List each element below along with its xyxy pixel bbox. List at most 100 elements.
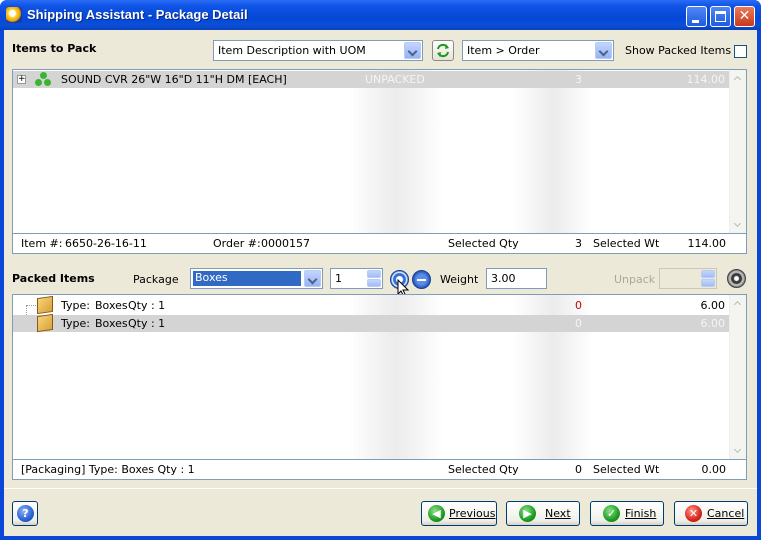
stepper-arrows[interactable] bbox=[367, 270, 381, 287]
minimize-icon bbox=[692, 20, 699, 23]
refresh-icon bbox=[437, 43, 449, 58]
window-frame: Shipping Assistant - Package Detail ✕ It… bbox=[0, 0, 761, 540]
packed-footer: [Packaging] Type: Boxes Qty : 1 Selected… bbox=[12, 460, 747, 480]
packed-items-heading: Packed Items bbox=[12, 272, 95, 285]
selected-qty-value: 3 bbox=[575, 237, 582, 250]
packed-type-label: Type: bbox=[61, 299, 90, 312]
previous-label: Previous bbox=[449, 507, 496, 520]
selected-wt-label: Selected Wt bbox=[593, 463, 660, 476]
packed-type-label: Type: bbox=[61, 317, 90, 330]
item-view-combo-value: Item Description with UOM bbox=[218, 44, 366, 57]
minus-icon bbox=[417, 279, 426, 281]
item-qty: 3 bbox=[575, 73, 582, 86]
packed-type-value: Boxes bbox=[95, 317, 128, 330]
arrow-left-icon: ◀ bbox=[428, 505, 445, 522]
refresh-button[interactable] bbox=[432, 40, 454, 61]
item-number-value: 6650-26-16-11 bbox=[65, 237, 147, 250]
item-view-combo[interactable]: Item Description with UOM bbox=[213, 40, 423, 61]
expand-icon[interactable]: + bbox=[17, 75, 26, 84]
packed-weight: 6.00 bbox=[700, 317, 726, 330]
dialog-client: Items to Pack Item Description with UOM … bbox=[4, 30, 757, 536]
window-title: Shipping Assistant - Package Detail bbox=[27, 7, 248, 22]
chevron-down-icon bbox=[304, 270, 321, 287]
close-button[interactable]: ✕ bbox=[734, 6, 755, 27]
selected-qty-label: Selected Qty bbox=[448, 463, 519, 476]
column-separator bbox=[349, 70, 443, 233]
sort-combo-value: Item > Order bbox=[467, 44, 540, 57]
chevron-down-icon bbox=[404, 42, 421, 59]
app-icon bbox=[6, 7, 22, 23]
packed-count: 0 bbox=[575, 317, 582, 330]
package-combo[interactable]: Boxes bbox=[190, 268, 323, 289]
selected-wt-label: Selected Wt bbox=[593, 237, 660, 250]
remove-package-button[interactable] bbox=[412, 270, 431, 289]
item-number-label: Item #: bbox=[21, 237, 63, 250]
packed-qty: Qty : 1 bbox=[128, 299, 166, 312]
sort-combo[interactable]: Item > Order bbox=[462, 40, 614, 61]
title-bar[interactable]: Shipping Assistant - Package Detail ✕ bbox=[0, 0, 761, 30]
items-scrollbar[interactable] bbox=[729, 70, 746, 233]
divider bbox=[4, 488, 757, 489]
next-button[interactable]: ▶ Next bbox=[506, 501, 580, 526]
scroll-down-button[interactable] bbox=[730, 217, 746, 233]
scroll-down-button[interactable] bbox=[730, 443, 746, 459]
selected-wt-value: 0.00 bbox=[701, 463, 727, 476]
previous-button[interactable]: ◀ Previous bbox=[421, 501, 497, 526]
window-frame-bottom bbox=[0, 536, 761, 540]
packed-type-value: Boxes bbox=[95, 299, 128, 312]
scroll-up-button[interactable] bbox=[730, 295, 746, 311]
selected-qty-label: Selected Qty bbox=[448, 237, 519, 250]
checkmark-icon: ✓ bbox=[603, 505, 620, 522]
item-group-icon bbox=[35, 72, 53, 87]
packed-qty: Qty : 1 bbox=[128, 317, 166, 330]
package-count-value: 1 bbox=[335, 272, 342, 285]
minimize-button[interactable] bbox=[686, 6, 707, 27]
order-number-label: Order #: bbox=[213, 237, 261, 250]
cancel-label: Cancel bbox=[707, 507, 745, 520]
package-count-stepper[interactable]: 1 bbox=[330, 268, 383, 289]
table-row[interactable]: Type: Boxes Qty : 1 0 6.00 bbox=[13, 313, 729, 333]
help-button[interactable]: ? bbox=[12, 501, 38, 526]
items-to-pack-heading: Items to Pack bbox=[12, 42, 97, 55]
unpack-label: Unpack bbox=[614, 273, 656, 286]
maximize-button[interactable] bbox=[710, 6, 731, 27]
table-row[interactable]: + SOUND CVR 26"W 16"D 11"H DM [EACH] UNP… bbox=[13, 71, 729, 88]
show-packed-checkbox[interactable] bbox=[734, 45, 747, 58]
selected-wt-value: 114.00 bbox=[687, 237, 727, 250]
scroll-up-button[interactable] bbox=[730, 70, 746, 86]
item-status: UNPACKED bbox=[365, 73, 425, 86]
box-icon bbox=[37, 313, 53, 333]
table-row[interactable]: Type: Boxes Qty : 1 0 6.00 bbox=[13, 295, 729, 315]
packed-weight: 6.00 bbox=[700, 299, 726, 312]
weight-input[interactable]: 3.00 bbox=[486, 268, 547, 289]
show-packed-label: Show Packed Items bbox=[625, 44, 732, 57]
arrow-right-icon: ▶ bbox=[519, 505, 536, 522]
order-number-value: 0000157 bbox=[261, 237, 310, 250]
finish-button[interactable]: ✓ Finish bbox=[590, 501, 664, 526]
unpack-button[interactable] bbox=[727, 269, 746, 288]
items-footer: Item #: 6650-26-16-11 Order #: 0000157 S… bbox=[12, 234, 747, 254]
column-separator bbox=[513, 70, 593, 233]
item-description: SOUND CVR 26"W 16"D 11"H DM [EACH] bbox=[61, 73, 287, 86]
packed-grid[interactable]: Type: Boxes Qty : 1 0 6.00 Type: Boxes Q… bbox=[12, 294, 747, 460]
packaging-summary: [Packaging] Type: Boxes Qty : 1 bbox=[21, 463, 195, 476]
maximize-icon bbox=[715, 11, 726, 22]
cancel-x-icon: ✕ bbox=[685, 505, 702, 522]
stepper-arrows[interactable] bbox=[701, 270, 715, 287]
chevron-down-icon bbox=[595, 42, 612, 59]
items-grid[interactable]: + SOUND CVR 26"W 16"D 11"H DM [EACH] UNP… bbox=[12, 69, 747, 234]
packed-count: 0 bbox=[575, 299, 582, 312]
weight-label: Weight bbox=[440, 273, 479, 286]
package-label: Package bbox=[133, 273, 179, 286]
selected-qty-value: 0 bbox=[575, 463, 582, 476]
package-combo-value: Boxes bbox=[193, 271, 301, 286]
packed-scrollbar[interactable] bbox=[729, 295, 746, 459]
finish-label: Finish bbox=[625, 507, 657, 520]
unpack-stepper[interactable] bbox=[659, 268, 717, 289]
help-icon: ? bbox=[17, 505, 34, 522]
item-weight: 114.00 bbox=[686, 73, 726, 86]
box-icon bbox=[37, 295, 53, 315]
close-icon: ✕ bbox=[738, 8, 751, 24]
weight-value: 3.00 bbox=[491, 272, 516, 285]
cancel-button[interactable]: ✕ Cancel bbox=[674, 501, 748, 526]
